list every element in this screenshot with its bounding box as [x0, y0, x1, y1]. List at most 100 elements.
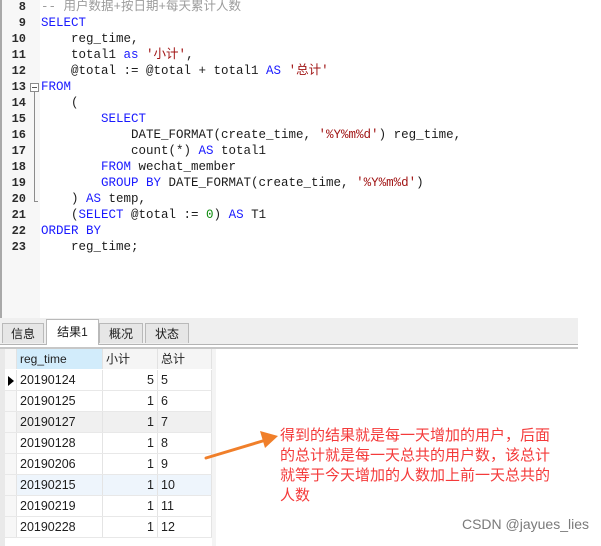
sql-token: temp,	[101, 192, 147, 206]
cell-subtotal[interactable]: 1	[103, 391, 158, 411]
sql-token: (	[41, 96, 79, 110]
code-text: GROUP BY DATE_FORMAT(create_time, '%Y%m%…	[41, 175, 424, 191]
code-line: 21 (SELECT @total := 0) AS T1	[0, 207, 601, 223]
cell-total[interactable]: 11	[158, 496, 212, 516]
row-indicator[interactable]	[5, 454, 17, 474]
table-row[interactable]: 20190125 1 6	[5, 391, 212, 412]
table-row[interactable]: 20190215 1 10	[5, 475, 212, 496]
sql-token: count(*)	[41, 144, 199, 158]
cell-reg-time[interactable]: 20190219	[17, 496, 103, 516]
cell-total[interactable]: 5	[158, 370, 212, 390]
tab-result1[interactable]: 结果1	[46, 319, 99, 345]
code-text: total1 as '小计',	[41, 47, 194, 63]
result-grid[interactable]: reg_time 小计 总计 20190124 5 5 20190125 1 6 20190…	[0, 349, 216, 546]
sql-string: '%Y%m%d'	[318, 128, 379, 142]
code-text: ORDER BY	[41, 223, 101, 239]
line-number: 22	[11, 224, 26, 238]
arrow-shaft	[204, 438, 268, 460]
cell-subtotal[interactable]: 1	[103, 496, 158, 516]
column-header-subtotal[interactable]: 小计	[103, 349, 158, 369]
cell-reg-time[interactable]: 20190128	[17, 433, 103, 453]
cell-reg-time[interactable]: 20190215	[17, 475, 103, 495]
line-number: 18	[11, 160, 26, 174]
sql-comment: -- 用户数据+按日期+每天累计人数	[41, 0, 242, 14]
current-row-arrow-icon	[8, 376, 14, 386]
tab-status[interactable]: 状态	[145, 323, 189, 343]
sql-token: )	[416, 176, 424, 190]
arrow-head	[260, 431, 278, 448]
code-line: 14 (	[0, 95, 601, 111]
sql-token: reg_time,	[41, 32, 139, 46]
annotation-arrow	[204, 431, 278, 460]
line-number: 15	[11, 112, 26, 126]
sql-keyword: GROUP BY	[101, 176, 162, 190]
tab-overview[interactable]: 概况	[99, 323, 143, 343]
column-header-total[interactable]: 总计	[158, 349, 212, 369]
cell-subtotal[interactable]: 1	[103, 475, 158, 495]
row-indicator[interactable]	[5, 475, 17, 495]
cell-total[interactable]: 12	[158, 517, 212, 537]
row-indicator[interactable]	[5, 517, 17, 537]
grid-header: reg_time 小计 总计	[5, 349, 212, 369]
row-indicator[interactable]	[5, 496, 17, 516]
annotation-line: 得到的结果就是每一天增加的用户，后面	[280, 426, 551, 444]
sql-keyword: AS	[228, 208, 244, 222]
code-line: 23 reg_time;	[0, 239, 601, 255]
row-indicator-header	[5, 349, 17, 369]
sql-token: @total := @total + total1	[41, 64, 267, 78]
sql-keyword: FROM	[101, 160, 132, 174]
code-text: reg_time;	[41, 239, 139, 255]
sql-token: )	[213, 208, 229, 222]
code-line: 17 count(*) AS total1	[0, 143, 601, 159]
code-text: @total := @total + total1 AS '总计'	[41, 63, 329, 79]
cell-reg-time[interactable]: 20190228	[17, 517, 103, 537]
table-row[interactable]: 20190206 1 9	[5, 454, 212, 475]
table-row[interactable]: 20190228 1 12	[5, 517, 212, 538]
watermark: CSDN @jayues_lies	[461, 516, 589, 532]
cell-total[interactable]: 6	[158, 391, 212, 411]
table-row[interactable]: 20190128 1 8	[5, 433, 212, 454]
sql-token: (	[41, 208, 79, 222]
cell-reg-time[interactable]: 20190206	[17, 454, 103, 474]
sql-keyword: AS	[266, 64, 282, 78]
sql-number: 0	[206, 208, 214, 222]
line-number: 20	[11, 192, 26, 206]
sql-token: total1	[41, 48, 124, 62]
code-line: 18 FROM wechat_member	[0, 159, 601, 175]
fold-collapse-icon[interactable]	[30, 83, 39, 92]
cell-total[interactable]: 10	[158, 475, 212, 495]
sql-editor[interactable]: 8 -- 用户数据+按日期+每天累计人数 9 SELECT 10 reg_time, 11…	[0, 0, 601, 318]
sql-keyword: SELECT	[41, 16, 87, 30]
cell-reg-time[interactable]: 20190125	[17, 391, 103, 411]
column-header-reg-time[interactable]: reg_time	[17, 349, 103, 369]
table-row[interactable]: 20190219 1 11	[5, 496, 212, 517]
code-line: 16 DATE_FORMAT(create_time, '%Y%m%d') re…	[0, 127, 601, 143]
row-indicator[interactable]	[5, 412, 17, 432]
line-number: 16	[11, 128, 26, 142]
row-indicator[interactable]	[5, 370, 17, 390]
table-row[interactable]: 20190127 1 7	[5, 412, 212, 433]
annotation-line: 的总计就是每一天总共的用户数，该总计	[280, 446, 551, 464]
code-text: -- 用户数据+按日期+每天累计人数	[41, 0, 241, 15]
cell-subtotal[interactable]: 5	[103, 370, 158, 390]
sql-string: '小计'	[146, 48, 187, 62]
sql-string: '%Y%m%d'	[356, 176, 417, 190]
annotation-line: 人数	[280, 486, 311, 504]
sql-keyword: FROM	[41, 80, 72, 94]
table-row[interactable]: 20190124 5 5	[5, 370, 212, 391]
cell-subtotal[interactable]: 1	[103, 433, 158, 453]
cell-subtotal[interactable]: 1	[103, 454, 158, 474]
code-line: 10 reg_time,	[0, 31, 601, 47]
cell-reg-time[interactable]: 20190127	[17, 412, 103, 432]
cell-subtotal[interactable]: 1	[103, 412, 158, 432]
cell-reg-time[interactable]: 20190124	[17, 370, 103, 390]
row-indicator[interactable]	[5, 433, 17, 453]
code-line: 22 ORDER BY	[0, 223, 601, 239]
tab-info[interactable]: 信息	[2, 323, 44, 343]
line-number: 11	[11, 48, 26, 62]
annotation-line: 就等于今天增加的人数加上前一天总共的	[280, 466, 551, 484]
row-indicator[interactable]	[5, 391, 17, 411]
cell-subtotal[interactable]: 1	[103, 517, 158, 537]
code-text: SELECT	[41, 15, 86, 31]
